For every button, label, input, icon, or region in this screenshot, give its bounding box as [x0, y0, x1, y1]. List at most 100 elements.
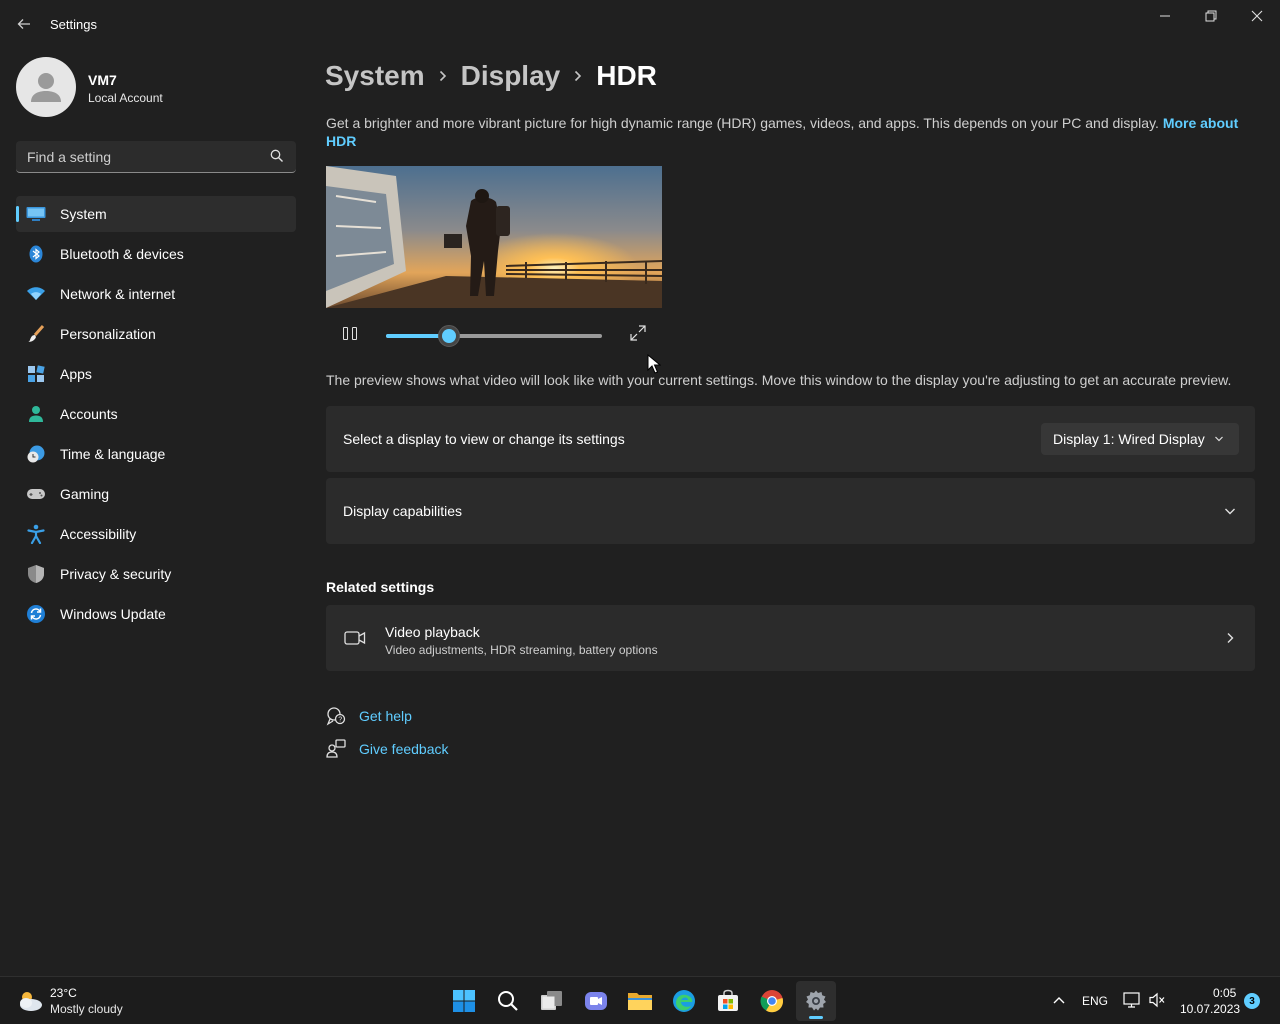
back-arrow-icon [17, 19, 30, 29]
get-help-link[interactable]: ? Get help [326, 705, 412, 727]
video-playback-title: Video playback [385, 624, 480, 640]
task-view-icon [541, 991, 562, 1010]
apps-icon [26, 364, 46, 384]
weather-temperature: 23°C [50, 986, 77, 1000]
minimize-button[interactable] [1142, 0, 1188, 32]
teams-chat-button[interactable] [576, 981, 616, 1021]
teams-chat-icon [585, 992, 607, 1010]
sidebar-item-accounts[interactable]: Accounts [16, 396, 296, 432]
mouse-cursor-icon [647, 354, 661, 374]
person-icon [26, 404, 46, 424]
select-display-card: Select a display to view or change its s… [326, 406, 1255, 472]
file-explorer-button[interactable] [620, 981, 660, 1021]
weather-widget[interactable]: 23°C Mostly cloudy [16, 985, 156, 1017]
settings-app-button[interactable] [796, 981, 836, 1021]
sidebar-item-system[interactable]: System [16, 196, 296, 232]
preview-note: The preview shows what video will look l… [326, 372, 1232, 388]
restore-icon [1205, 10, 1217, 22]
gear-icon [806, 990, 826, 1011]
hdr-description: Get a brighter and more vibrant picture … [326, 114, 1246, 150]
search-icon [498, 991, 518, 1011]
feedback-icon [326, 739, 346, 758]
svg-text:?: ? [338, 717, 342, 724]
sidebar-item-network[interactable]: Network & internet [16, 276, 296, 312]
chevron-down-icon [1225, 508, 1235, 515]
breadcrumb-system[interactable]: System [325, 60, 425, 92]
slider-thumb[interactable] [437, 325, 460, 347]
sidebar-item-bluetooth[interactable]: Bluetooth & devices [16, 236, 296, 272]
shield-icon [26, 564, 46, 584]
brush-icon [26, 324, 46, 344]
clock-date[interactable]: 10.07.2023 [1180, 1002, 1240, 1016]
network-display-icon[interactable] [1123, 992, 1141, 1008]
display-capabilities-label: Display capabilities [343, 503, 463, 519]
chrome-icon [760, 990, 784, 1013]
sidebar-item-label: Bluetooth & devices [60, 246, 184, 262]
fullscreen-button[interactable] [628, 323, 648, 343]
sidebar-item-windows-update[interactable]: Windows Update [16, 596, 296, 632]
select-display-label: Select a display to view or change its s… [343, 431, 625, 447]
description-text: Get a brighter and more vibrant picture … [326, 115, 1159, 131]
search-input[interactable]: Find a setting [27, 149, 111, 165]
pause-button[interactable] [340, 324, 360, 342]
edge-browser-button[interactable] [664, 981, 704, 1021]
search-box[interactable]: Find a setting [16, 141, 296, 173]
sidebar-item-label: Accounts [60, 406, 118, 422]
start-button[interactable] [444, 981, 484, 1021]
gamepad-icon [26, 484, 46, 504]
sidebar-item-apps[interactable]: Apps [16, 356, 296, 392]
windows-logo-icon [453, 990, 475, 1012]
sidebar-item-label: Network & internet [60, 286, 176, 302]
volume-muted-icon[interactable] [1148, 992, 1166, 1008]
sidebar-item-privacy-security[interactable]: Privacy & security [16, 556, 296, 592]
help-chat-icon: ? [326, 707, 346, 726]
sidebar-item-personalization[interactable]: Personalization [16, 316, 296, 352]
display-dropdown-value: Display 1: Wired Display [1053, 431, 1205, 447]
sidebar-item-time-language[interactable]: Time & language [16, 436, 296, 472]
hdr-video-preview [326, 166, 662, 308]
give-feedback-label: Give feedback [359, 741, 449, 757]
language-indicator[interactable]: ENG [1082, 994, 1108, 1008]
video-playback-card[interactable]: Video playback Video adjustments, HDR st… [326, 605, 1255, 671]
restore-button[interactable] [1188, 0, 1234, 32]
system-icon [26, 204, 46, 224]
search-icon [270, 149, 283, 162]
folder-icon [628, 993, 652, 1010]
wifi-icon [26, 284, 46, 304]
sidebar-item-label: Accessibility [60, 526, 137, 542]
sidebar-item-gaming[interactable]: Gaming [16, 476, 296, 512]
chrome-browser-button[interactable] [752, 981, 792, 1021]
microsoft-store-button[interactable] [708, 981, 748, 1021]
clock-time[interactable]: 0:05 [1213, 986, 1236, 1000]
update-icon [26, 604, 46, 624]
give-feedback-link[interactable]: Give feedback [326, 738, 449, 760]
user-name: VM7 [88, 72, 117, 88]
user-profile[interactable]: VM7 Local Account [16, 57, 296, 117]
partly-cloudy-icon [20, 992, 42, 1011]
taskbar-search-button[interactable] [488, 981, 528, 1021]
sidebar-nav: System Bluetooth & devices Network & int… [16, 196, 296, 636]
video-frame-image [326, 166, 662, 308]
accessibility-icon [26, 524, 46, 544]
chevron-right-icon [1227, 633, 1234, 643]
store-icon [718, 989, 738, 1011]
sidebar-item-accessibility[interactable]: Accessibility [16, 516, 296, 552]
title-bar: Settings [0, 0, 1280, 48]
chevron-right-icon [560, 69, 596, 83]
chevron-down-icon [1215, 436, 1223, 442]
video-progress-slider[interactable] [386, 325, 602, 347]
sidebar-item-label: Gaming [60, 486, 110, 502]
task-view-button[interactable] [532, 981, 572, 1021]
display-capabilities-card[interactable]: Display capabilities [326, 478, 1255, 544]
close-icon [1251, 10, 1263, 22]
related-settings-title: Related settings [326, 579, 435, 595]
show-hidden-icons-chevron-icon[interactable] [1052, 994, 1066, 1006]
breadcrumb: System Display HDR [325, 56, 657, 96]
page-title: HDR [596, 60, 657, 91]
display-dropdown[interactable]: Display 1: Wired Display [1041, 423, 1239, 455]
chevron-right-icon [425, 69, 461, 83]
close-button[interactable] [1234, 0, 1280, 32]
back-button[interactable] [10, 10, 38, 38]
breadcrumb-display[interactable]: Display [461, 60, 561, 92]
notification-count-badge[interactable]: 3 [1244, 993, 1260, 1009]
